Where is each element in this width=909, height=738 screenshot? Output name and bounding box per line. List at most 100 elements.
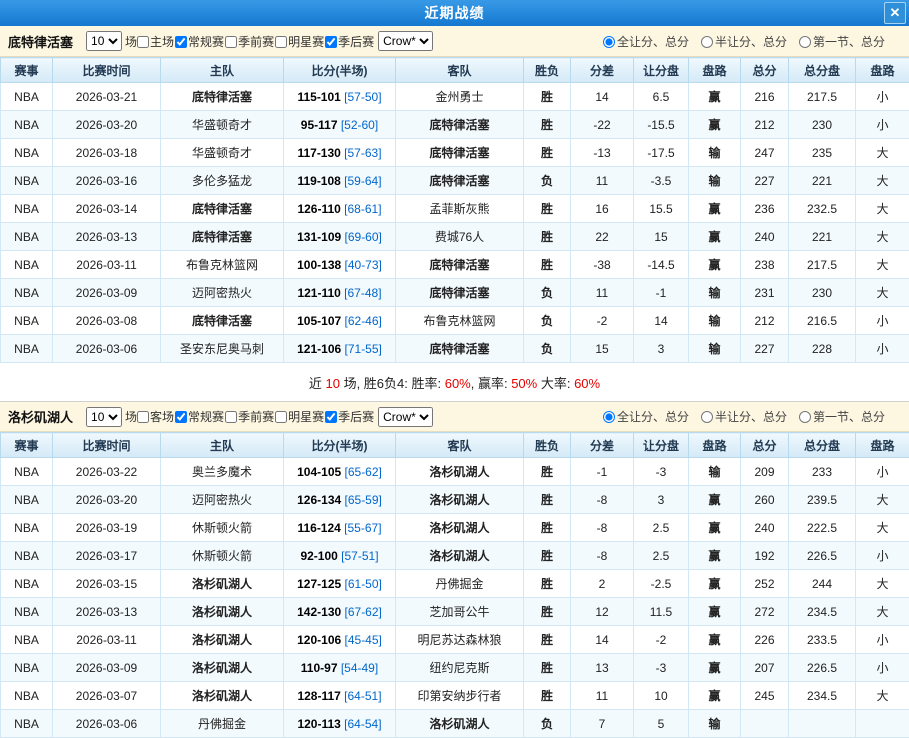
filter-checkbox[interactable]: 主场 (137, 35, 174, 49)
cell-handicap-line: 15.5 (634, 195, 689, 223)
filter-checkbox[interactable]: 客场 (137, 410, 174, 424)
team-name: 洛杉矶湖人 (8, 407, 73, 426)
cell-total-result: 大 (856, 223, 909, 251)
checkbox-input[interactable] (325, 411, 337, 423)
stat-mode-radio[interactable]: 第一节、总分 (799, 33, 885, 50)
game-row: NBA2026-03-20迈阿密热火126-134 [65-59]洛杉矶湖人胜-… (1, 486, 909, 514)
cell-total-line: 239.5 (789, 486, 856, 514)
cell-point-diff: 11 (571, 682, 634, 710)
cell-handicap-line: 14 (634, 307, 689, 335)
cell-handicap-result: 输 (689, 167, 741, 195)
half-score-text: [68-61] (341, 202, 382, 216)
radio-input[interactable] (701, 411, 713, 423)
stat-mode-radio[interactable]: 半让分、总分 (701, 33, 787, 50)
filter-checkbox[interactable]: 季后赛 (325, 35, 374, 49)
cell-handicap-result: 输 (689, 279, 741, 307)
table-header-row: 赛事比赛时间主队比分(半场)客队胜负分差让分盘盘路总分总分盘盘路 (1, 433, 909, 458)
sections-root: 底特律活塞 10 场 主场常规赛季前赛明星赛季后赛 Crow* 全让分、总分半让… (0, 26, 909, 738)
cell-result: 负 (524, 279, 571, 307)
stat-mode-radio[interactable]: 全让分、总分 (603, 33, 689, 50)
game-row: NBA2026-03-14底特律活塞126-110 [68-61]孟菲斯灰熊胜1… (1, 195, 909, 223)
checkbox-input[interactable] (137, 36, 149, 48)
cell-total-line: 230 (789, 111, 856, 139)
cell-total-points: 212 (741, 111, 789, 139)
cell-score: 92-100 [57-51] (284, 542, 396, 570)
cell-total-line: 221 (789, 167, 856, 195)
checkbox-input[interactable] (225, 411, 237, 423)
cell-total-result: 小 (856, 654, 909, 682)
cell-away-team: 洛杉矶湖人 (396, 458, 524, 486)
half-score-text: [55-67] (341, 521, 382, 535)
checkbox-input[interactable] (175, 411, 187, 423)
cell-away-team: 底特律活塞 (396, 111, 524, 139)
company-select[interactable]: Crow* (378, 31, 433, 51)
checkbox-input[interactable] (325, 36, 337, 48)
score-text: 110-97 (301, 661, 338, 675)
score-text: 92-100 (300, 549, 337, 563)
cell-date: 2026-03-16 (53, 167, 161, 195)
radio-input[interactable] (603, 36, 615, 48)
games-count-select[interactable]: 10 (86, 31, 122, 51)
filter-checkbox[interactable]: 季后赛 (325, 410, 374, 424)
cell-league: NBA (1, 542, 53, 570)
cell-point-diff: 14 (571, 83, 634, 111)
radio-input[interactable] (701, 36, 713, 48)
checkbox-input[interactable] (275, 36, 287, 48)
filter-checkbox[interactable]: 明星赛 (275, 35, 324, 49)
checkbox-input[interactable] (225, 36, 237, 48)
radio-input[interactable] (799, 411, 811, 423)
cell-handicap-line: 2.5 (634, 514, 689, 542)
cell-total-line (789, 710, 856, 738)
filter-checkbox[interactable]: 常规赛 (175, 35, 224, 49)
column-header: 总分盘 (789, 433, 856, 458)
stat-mode-radio[interactable]: 全让分、总分 (603, 408, 689, 425)
cell-total-line: 222.5 (789, 514, 856, 542)
cell-point-diff: 14 (571, 626, 634, 654)
checkbox-input[interactable] (275, 411, 287, 423)
cell-point-diff: -22 (571, 111, 634, 139)
cell-league: NBA (1, 195, 53, 223)
checkbox-input[interactable] (137, 411, 149, 423)
score-text: 119-108 (297, 174, 340, 188)
cell-handicap-result: 赢 (689, 570, 741, 598)
close-icon[interactable]: ✕ (884, 2, 906, 24)
cell-total-line: 221 (789, 223, 856, 251)
cell-date: 2026-03-13 (53, 223, 161, 251)
game-row: NBA2026-03-06圣安东尼奥马刺121-106 [71-55]底特律活塞… (1, 335, 909, 363)
cell-result: 胜 (524, 458, 571, 486)
filter-checkbox[interactable]: 明星赛 (275, 410, 324, 424)
cell-league: NBA (1, 83, 53, 111)
radio-input[interactable] (603, 411, 615, 423)
cell-total-result: 大 (856, 167, 909, 195)
cell-home-team: 洛杉矶湖人 (161, 654, 284, 682)
cell-point-diff: -8 (571, 486, 634, 514)
radio-input[interactable] (799, 36, 811, 48)
cell-result: 胜 (524, 654, 571, 682)
cell-result: 胜 (524, 682, 571, 710)
cell-total-points: 227 (741, 335, 789, 363)
cell-date: 2026-03-11 (53, 626, 161, 654)
cell-handicap-line: 10 (634, 682, 689, 710)
company-select[interactable]: Crow* (378, 407, 433, 427)
checkbox-input[interactable] (175, 36, 187, 48)
column-header: 分差 (571, 433, 634, 458)
games-suffix-label: 场 (125, 33, 137, 50)
column-header: 客队 (396, 58, 524, 83)
filter-checkbox[interactable]: 常规赛 (175, 410, 224, 424)
filter-checkbox[interactable]: 季前赛 (225, 35, 274, 49)
game-row: NBA2026-03-16多伦多猛龙119-108 [59-64]底特律活塞负1… (1, 167, 909, 195)
team-name: 底特律活塞 (8, 32, 73, 51)
filter-checkbox[interactable]: 季前赛 (225, 410, 274, 424)
stat-mode-radio[interactable]: 第一节、总分 (799, 408, 885, 425)
cell-total-result: 大 (856, 195, 909, 223)
cell-score: 127-125 [61-50] (284, 570, 396, 598)
games-count-select[interactable]: 10 (86, 407, 122, 427)
score-text: 126-134 (297, 493, 341, 507)
score-text: 127-125 (297, 577, 341, 591)
table-body: NBA2026-03-22奥兰多魔术104-105 [65-62]洛杉矶湖人胜-… (1, 458, 909, 738)
game-row: NBA2026-03-07洛杉矶湖人128-117 [64-51]印第安纳步行者… (1, 682, 909, 710)
stat-mode-radio[interactable]: 半让分、总分 (701, 408, 787, 425)
cell-date: 2026-03-08 (53, 307, 161, 335)
cell-total-points: 238 (741, 251, 789, 279)
cell-total-result: 大 (856, 251, 909, 279)
